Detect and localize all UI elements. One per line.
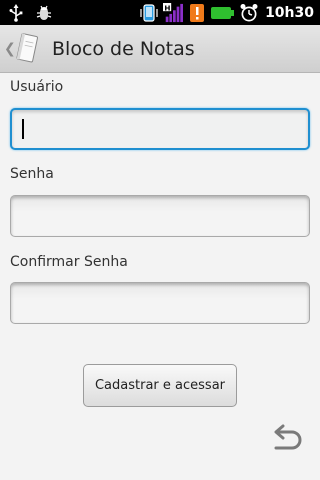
notepad-icon[interactable] <box>14 32 42 66</box>
usb-icon <box>6 3 26 23</box>
status-bar-right: H 10h30 <box>139 0 320 25</box>
network-type-label: H <box>164 3 170 12</box>
debug-bug-icon <box>34 3 54 23</box>
alert-icon <box>187 3 207 23</box>
status-bar: H 10h30 <box>0 0 320 25</box>
confirmar-senha-label: Confirmar Senha <box>10 254 128 270</box>
usuario-label: Usuário <box>10 79 64 95</box>
alarm-clock-icon <box>239 3 259 23</box>
confirmar-senha-field[interactable] <box>10 282 310 324</box>
usuario-field[interactable] <box>10 108 310 150</box>
cadastrar-button[interactable]: Cadastrar e acessar <box>83 364 237 407</box>
signal-strength-icon: H <box>163 2 184 23</box>
senha-field[interactable] <box>10 195 310 237</box>
senha-label: Senha <box>10 166 54 182</box>
chevron-left-icon[interactable]: ❮ <box>4 41 16 57</box>
text-cursor <box>22 119 24 139</box>
clock-time: 10h30 <box>265 4 314 21</box>
app-title: Bloco de Notas <box>52 37 195 60</box>
status-bar-left <box>0 0 54 25</box>
battery-icon <box>211 3 235 23</box>
action-bar: ❮ Bloco de Notas <box>0 25 320 73</box>
back-arrow-icon[interactable] <box>268 424 304 458</box>
phone-sync-icon <box>139 3 159 23</box>
